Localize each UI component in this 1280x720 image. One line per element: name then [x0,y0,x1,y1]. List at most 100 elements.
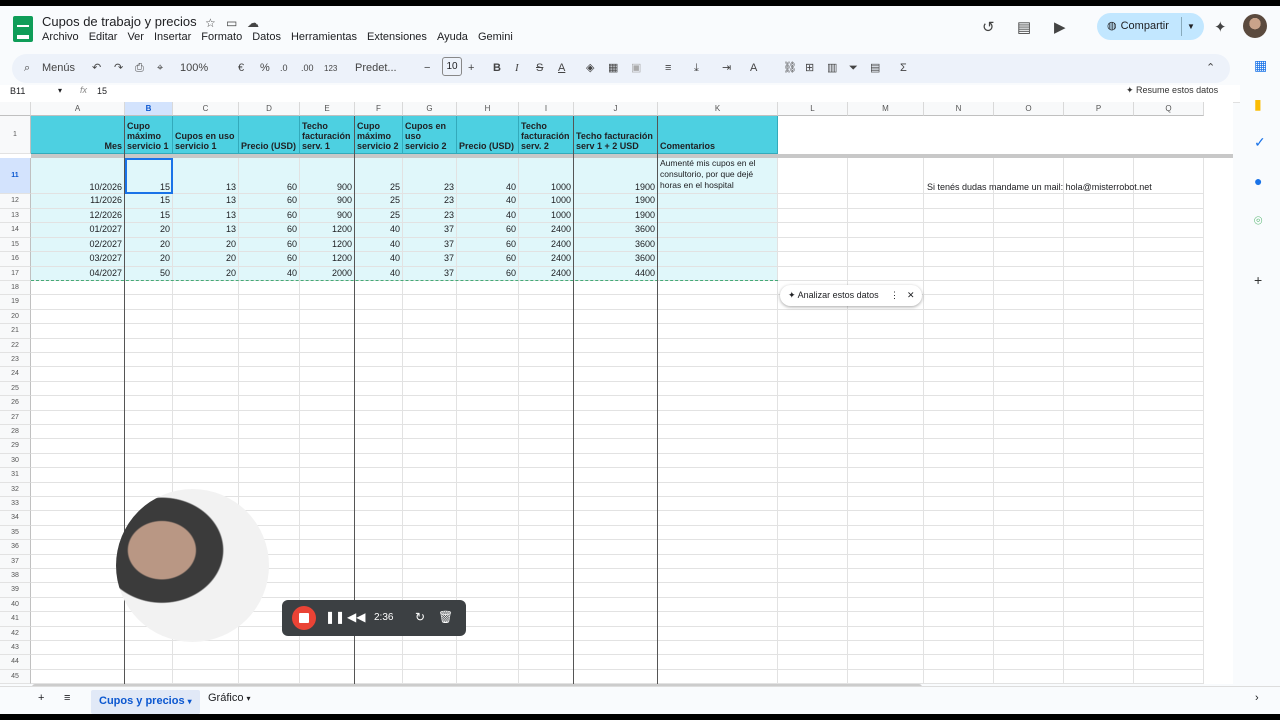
empty-cell[interactable] [300,641,355,656]
empty-cell[interactable] [125,381,173,397]
empty-cell[interactable] [1134,266,1204,281]
empty-cell[interactable] [239,439,300,454]
column-header-i[interactable]: I [519,102,574,116]
empty-cell[interactable] [239,655,300,670]
empty-cell[interactable] [403,655,457,670]
table-cell[interactable]: 1200 [300,223,355,238]
table-cell[interactable]: 10/2026 [31,158,125,194]
empty-cell[interactable] [457,669,519,684]
column-header-f[interactable]: F [355,102,403,116]
empty-cell[interactable] [924,367,994,382]
empty-cell[interactable] [125,353,173,368]
empty-cell[interactable] [239,367,300,382]
empty-cell[interactable] [173,353,239,368]
empty-cell[interactable] [848,626,924,641]
close-icon[interactable]: ✕ [907,285,915,306]
table-cell[interactable]: 20 [125,252,173,267]
empty-cell[interactable] [519,597,574,613]
decrease-decimal[interactable]: .0 [280,58,288,79]
table-cell[interactable]: 1200 [300,252,355,267]
empty-cell[interactable] [300,396,355,411]
empty-cell[interactable] [848,554,924,569]
empty-cell[interactable] [1134,295,1204,310]
empty-cell[interactable] [658,540,778,555]
empty-cell[interactable] [924,439,994,454]
empty-cell[interactable] [574,669,658,684]
table-cell[interactable]: 50 [125,266,173,281]
empty-cell[interactable] [125,338,173,353]
empty-cell[interactable] [1134,396,1204,411]
empty-cell[interactable] [994,497,1064,512]
empty-cell[interactable] [239,309,300,325]
empty-cell[interactable] [778,482,848,497]
empty-cell[interactable] [1134,410,1204,425]
text-color-icon[interactable]: A [558,58,565,79]
table-cell[interactable]: 04/2027 [31,266,125,281]
empty-cell[interactable] [355,338,403,353]
empty-cell[interactable] [173,655,239,670]
empty-cell[interactable] [778,158,848,194]
column-header-j[interactable]: J [574,102,658,116]
empty-cell[interactable] [658,468,778,483]
empty-cell[interactable] [31,540,125,555]
empty-cell[interactable] [457,626,519,641]
empty-cell[interactable] [239,381,300,397]
add-sheet-icon[interactable]: + [38,692,44,704]
empty-cell[interactable] [658,353,778,368]
empty-cell[interactable] [994,583,1064,598]
table-cell[interactable]: 20 [173,237,239,252]
empty-cell[interactable] [1134,453,1204,469]
empty-cell[interactable] [924,194,994,209]
empty-cell[interactable] [994,468,1064,483]
empty-cell[interactable] [658,497,778,512]
empty-cell[interactable] [1134,641,1204,656]
table-cell[interactable]: 900 [300,208,355,223]
empty-cell[interactable] [519,396,574,411]
empty-cell[interactable] [658,281,778,296]
empty-cell[interactable] [658,655,778,670]
comment-cell[interactable]: Aumenté mis cupos en el consultorio, por… [658,158,778,194]
empty-cell[interactable] [355,482,403,497]
empty-cell[interactable] [173,295,239,310]
row-header[interactable]: 41 [0,612,31,627]
empty-cell[interactable] [173,324,239,339]
empty-cell[interactable] [403,482,457,497]
empty-cell[interactable] [574,554,658,569]
empty-cell[interactable] [125,655,173,670]
empty-cell[interactable] [403,381,457,397]
empty-cell[interactable] [994,453,1064,469]
empty-cell[interactable] [778,266,848,281]
row-header[interactable]: 16 [0,252,31,267]
row-header[interactable]: 1 [0,116,31,154]
empty-cell[interactable] [848,569,924,584]
row-header[interactable]: 26 [0,396,31,411]
empty-cell[interactable] [125,669,173,684]
empty-cell[interactable] [1134,252,1204,267]
table-cell[interactable]: 2000 [300,266,355,281]
empty-cell[interactable] [924,223,994,238]
empty-cell[interactable] [994,482,1064,497]
table-cell[interactable]: 15 [125,208,173,223]
empty-cell[interactable] [778,583,848,598]
empty-cell[interactable] [778,525,848,541]
table-cell[interactable]: 20 [125,237,173,252]
table-cell[interactable]: 40 [457,158,519,194]
empty-cell[interactable] [1134,655,1204,670]
table-cell[interactable]: 25 [355,158,403,194]
empty-cell[interactable] [924,381,994,397]
empty-cell[interactable] [1134,583,1204,598]
empty-cell[interactable] [355,324,403,339]
row-header[interactable]: 34 [0,511,31,526]
empty-cell[interactable] [31,367,125,382]
empty-cell[interactable] [994,612,1064,627]
empty-cell[interactable] [924,511,994,526]
more-icon[interactable]: ⋮ [890,285,899,306]
empty-cell[interactable] [994,266,1064,281]
empty-cell[interactable] [31,626,125,641]
empty-cell[interactable] [125,468,173,483]
empty-cell[interactable] [924,237,994,252]
sheet-tab-cupos[interactable]: Cupos y precios ▾ [91,690,200,714]
empty-cell[interactable] [1134,468,1204,483]
empty-cell[interactable] [994,324,1064,339]
column-header-b[interactable]: B [125,102,173,116]
